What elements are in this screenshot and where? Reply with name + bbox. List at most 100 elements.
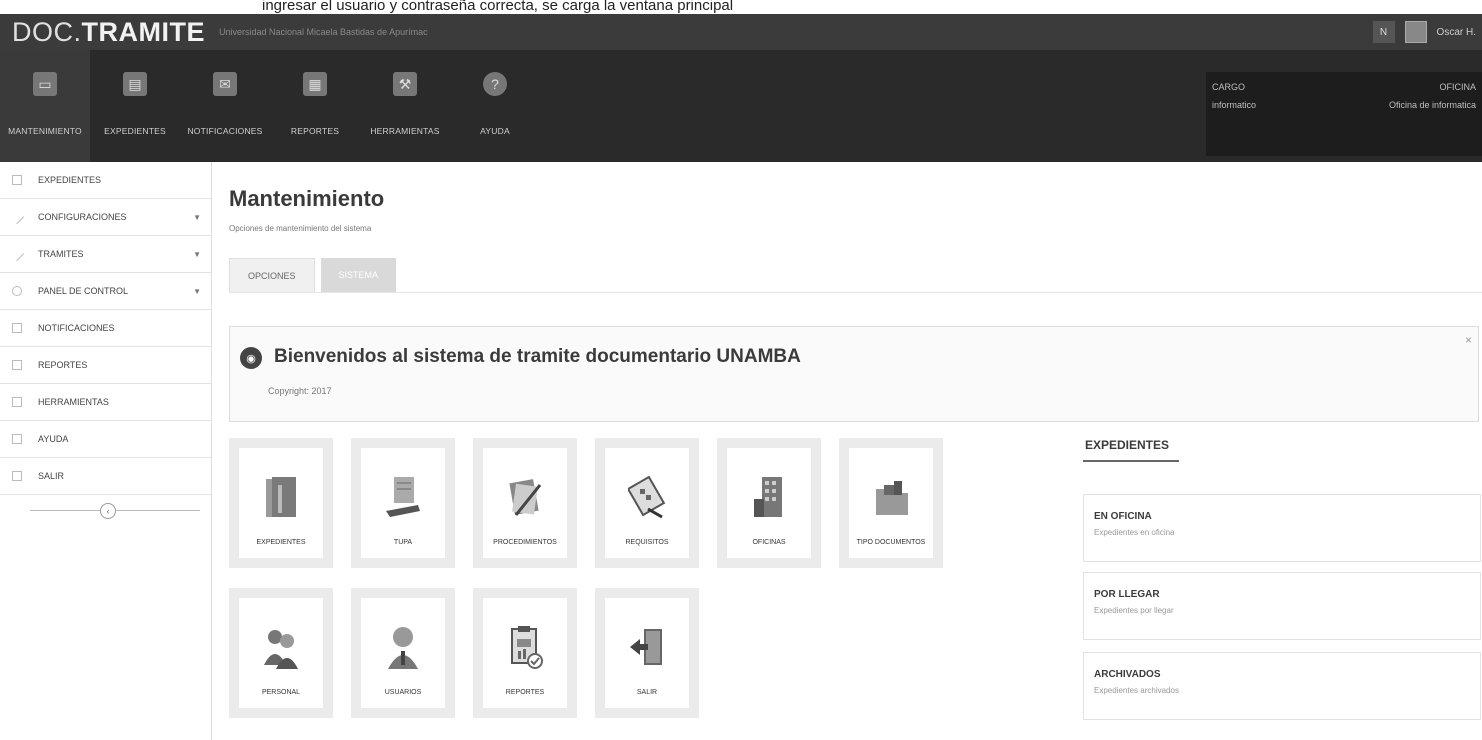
divider — [1083, 460, 1179, 462]
sidebar-item-label: CONFIGURACIONES — [38, 212, 127, 222]
brand-subtitle: Universidad Nacional Micaela Bastidas de… — [218, 27, 428, 37]
card-subtitle: Expedientes por llegar — [1094, 606, 1174, 615]
tile-label: TUPA — [393, 539, 413, 546]
sidebar-item-expedientes[interactable]: EXPEDIENTES — [0, 162, 211, 199]
user-info-panel: CARGO OFICINA informatico Oficina de inf… — [1206, 72, 1482, 156]
ribbon-tab-label: NOTIFICACIONES — [187, 126, 263, 136]
logo-icon: ◉ — [240, 347, 262, 369]
list-icon — [12, 471, 22, 481]
tile-label: TIPO DOCUMENTOS — [856, 539, 926, 546]
tile-tupa[interactable]: TUPA — [351, 438, 455, 568]
card-archivados[interactable]: ARCHIVADOS Expedientes archivados — [1083, 652, 1481, 720]
ribbon-tab-notificaciones[interactable]: ✉ NOTIFICACIONES — [180, 50, 270, 162]
tile-reportes[interactable]: REPORTES — [473, 588, 577, 718]
tab-opciones[interactable]: OPCIONES — [229, 258, 315, 292]
tab-sistema[interactable]: SISTEMA — [320, 258, 397, 292]
tile-label: SALIR — [636, 689, 658, 696]
ribbon-tab-label: EXPEDIENTES — [104, 126, 166, 136]
list-icon — [12, 397, 22, 407]
list-icon — [12, 434, 22, 444]
notification-badge[interactable]: N — [1372, 21, 1395, 43]
ribbon-tab-ayuda[interactable]: ? AYUDA — [450, 50, 540, 162]
sidebar-item-herramientas[interactable]: HERRAMIENTAS — [0, 384, 211, 421]
welcome-alert: ◉ Bienvenidos al sistema de tramite docu… — [229, 326, 1479, 422]
sidebar-item-notificaciones[interactable]: NOTIFICACIONES — [0, 310, 211, 347]
card-title: EN OFICINA — [1094, 511, 1152, 522]
card-por-llegar[interactable]: POR LLEGAR Expedientes por llegar — [1083, 572, 1481, 640]
people-icon — [264, 630, 298, 669]
tile-label: USUARIOS — [384, 689, 422, 696]
sidebar-item-configuraciones[interactable]: CONFIGURACIONES ▼ — [0, 199, 211, 236]
tile-oficinas[interactable]: OFICINAS — [717, 438, 821, 568]
chevron-down-icon: ▼ — [193, 286, 201, 296]
folder-icon — [876, 481, 908, 515]
document-icon: ▤ — [123, 72, 147, 96]
sidebar-item-ayuda[interactable]: AYUDA — [0, 421, 211, 458]
user-icon — [388, 627, 418, 669]
sidebar-item-label: REPORTES — [38, 360, 88, 370]
building-icon — [754, 477, 782, 517]
tile-expedientes[interactable]: EXPEDIENTES — [229, 438, 333, 568]
card-title: ARCHIVADOS — [1094, 669, 1161, 680]
pencil-icon — [9, 246, 25, 262]
pencil-icon — [9, 209, 25, 225]
ribbon-tab-label: HERRAMIENTAS — [370, 126, 440, 136]
divider — [229, 292, 1482, 293]
sidebar-item-label: EXPEDIENTES — [38, 175, 102, 185]
chevron-down-icon: ▼ — [193, 249, 201, 259]
tile-procedimientos[interactable]: PROCEDIMIENTOS — [473, 438, 577, 568]
list-icon — [12, 360, 22, 370]
checklist-icon — [628, 475, 666, 519]
report-check-icon — [511, 626, 543, 669]
wrench-icon: ⚒ — [393, 72, 417, 96]
monitor-icon: ▭ — [33, 72, 57, 96]
tile-label: PERSONAL — [261, 689, 301, 696]
card-en-oficina[interactable]: EN OFICINA Expedientes en oficina — [1083, 494, 1481, 562]
sidebar-item-tramites[interactable]: TRAMITES ▼ — [0, 236, 211, 273]
collapse-sidebar-button[interactable]: ‹ — [100, 503, 116, 519]
help-icon: ? — [483, 72, 507, 96]
sidebar: EXPEDIENTES CONFIGURACIONES ▼ TRAMITES ▼… — [0, 162, 212, 740]
tile-salir[interactable]: SALIR — [595, 588, 699, 718]
tile-label: REQUISITOS — [625, 539, 669, 546]
brand-prefix: DOC. — [12, 16, 82, 47]
sidebar-item-label: SALIR — [38, 471, 65, 481]
report-icon: ▦ — [303, 72, 327, 96]
ribbon-tab-herramientas[interactable]: ⚒ HERRAMIENTAS — [360, 50, 450, 162]
shield-icon — [12, 286, 22, 296]
sidebar-item-label: NOTIFICACIONES — [38, 323, 115, 333]
tab-bar: OPCIONES SISTEMA — [229, 258, 397, 292]
tile-tipo-documentos[interactable]: TIPO DOCUMENTOS — [839, 438, 943, 568]
ribbon-menu: ▭ MANTENIMIENTO ▤ EXPEDIENTES ✉ NOTIFICA… — [0, 50, 1482, 168]
ribbon-tab-label: REPORTES — [290, 126, 340, 136]
tile-label: OFICINAS — [752, 539, 786, 546]
close-icon[interactable]: × — [1465, 333, 1472, 347]
exit-door-icon — [630, 629, 662, 665]
ribbon-tab-reportes[interactable]: ▦ REPORTES — [270, 50, 360, 162]
ribbon-tab-label: AYUDA — [480, 126, 510, 136]
list-icon — [12, 175, 22, 185]
user-area: N Oscar H. — [1372, 21, 1476, 43]
page-subtitle: Opciones de mantenimiento del sistema — [229, 224, 372, 233]
ribbon-tab-mantenimiento[interactable]: ▭ MANTENIMIENTO — [0, 50, 90, 168]
avatar[interactable] — [1404, 21, 1427, 43]
ribbon-tab-expedientes[interactable]: ▤ EXPEDIENTES — [90, 50, 180, 162]
card-subtitle: Expedientes archivados — [1094, 686, 1179, 695]
tile-label: PROCEDIMIENTOS — [493, 539, 557, 546]
cargo-label: CARGO — [1212, 82, 1246, 92]
tile-usuarios[interactable]: USUARIOS — [351, 588, 455, 718]
sidebar-collapse-row: ‹ — [0, 495, 211, 531]
sidebar-item-salir[interactable]: SALIR — [0, 458, 211, 495]
sidebar-item-label: HERRAMIENTAS — [38, 397, 109, 407]
tile-requisitos[interactable]: REQUISITOS — [595, 438, 699, 568]
caption-text: ingresar el usuario y contraseña correct… — [0, 0, 1482, 14]
sidebar-item-panel-de-control[interactable]: PANEL DE CONTROL ▼ — [0, 273, 211, 310]
chevron-down-icon: ▼ — [193, 212, 201, 222]
clipboard-pen-icon — [509, 479, 542, 516]
user-name[interactable]: Oscar H. — [1437, 27, 1476, 38]
sidebar-item-label: PANEL DE CONTROL — [38, 286, 129, 296]
sidebar-item-label: TRAMITES — [38, 249, 84, 259]
tile-personal[interactable]: PERSONAL — [229, 588, 333, 718]
sidebar-item-reportes[interactable]: REPORTES — [0, 347, 211, 384]
oficina-label: OFICINA — [1439, 82, 1476, 92]
